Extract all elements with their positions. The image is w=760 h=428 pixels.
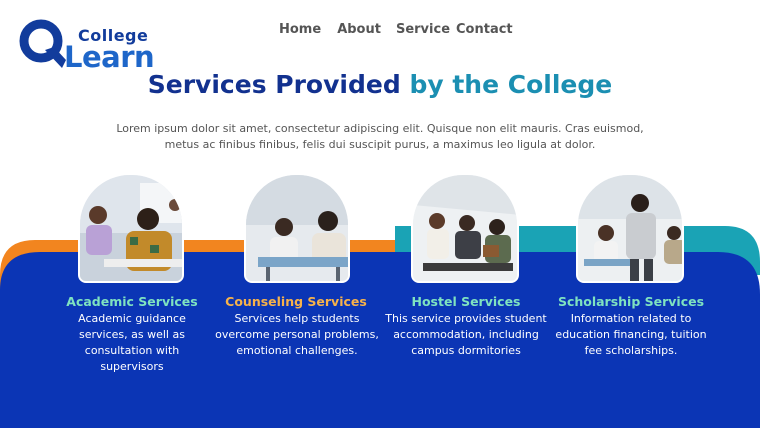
scholarship-services-title: Scholarship Services (557, 294, 705, 309)
academic-services-title: Academic Services (66, 294, 198, 309)
page-title-part2: by the College (400, 70, 613, 99)
logo-learn-text: Learn (64, 40, 155, 74)
college-logo[interactable]: College Learn (18, 16, 158, 76)
nav-about-link[interactable]: About (337, 22, 381, 37)
intro-paragraph: Lorem ipsum dolor sit amet, consectetur … (116, 122, 644, 151)
hostel-services-photo (411, 173, 519, 283)
scholarship-services-photo (576, 173, 684, 283)
academic-services-photo (78, 173, 184, 283)
academic-services-description: Academic guidance services, as well as c… (78, 312, 186, 373)
hostel-services-description: This service provides student accommodat… (385, 312, 547, 357)
nav-contact-link[interactable]: Contact (456, 22, 513, 37)
counseling-services-title: Counseling Services (225, 294, 367, 309)
counseling-services-photo (244, 173, 350, 283)
nav-home-link[interactable]: Home (279, 22, 321, 37)
logo-q-mark-icon (19, 19, 66, 68)
hostel-services-title: Hostel Services (411, 294, 521, 309)
nav-service-link[interactable]: Service (396, 22, 450, 37)
page-title-part1: Services Provided (147, 70, 401, 99)
scholarship-services-description: Information related to education financi… (555, 312, 707, 357)
main-nav: Home About Service Contact (279, 22, 513, 37)
page-title: Services Provided by the College (0, 70, 760, 99)
counseling-services-description: Services help students overcome personal… (215, 312, 379, 357)
